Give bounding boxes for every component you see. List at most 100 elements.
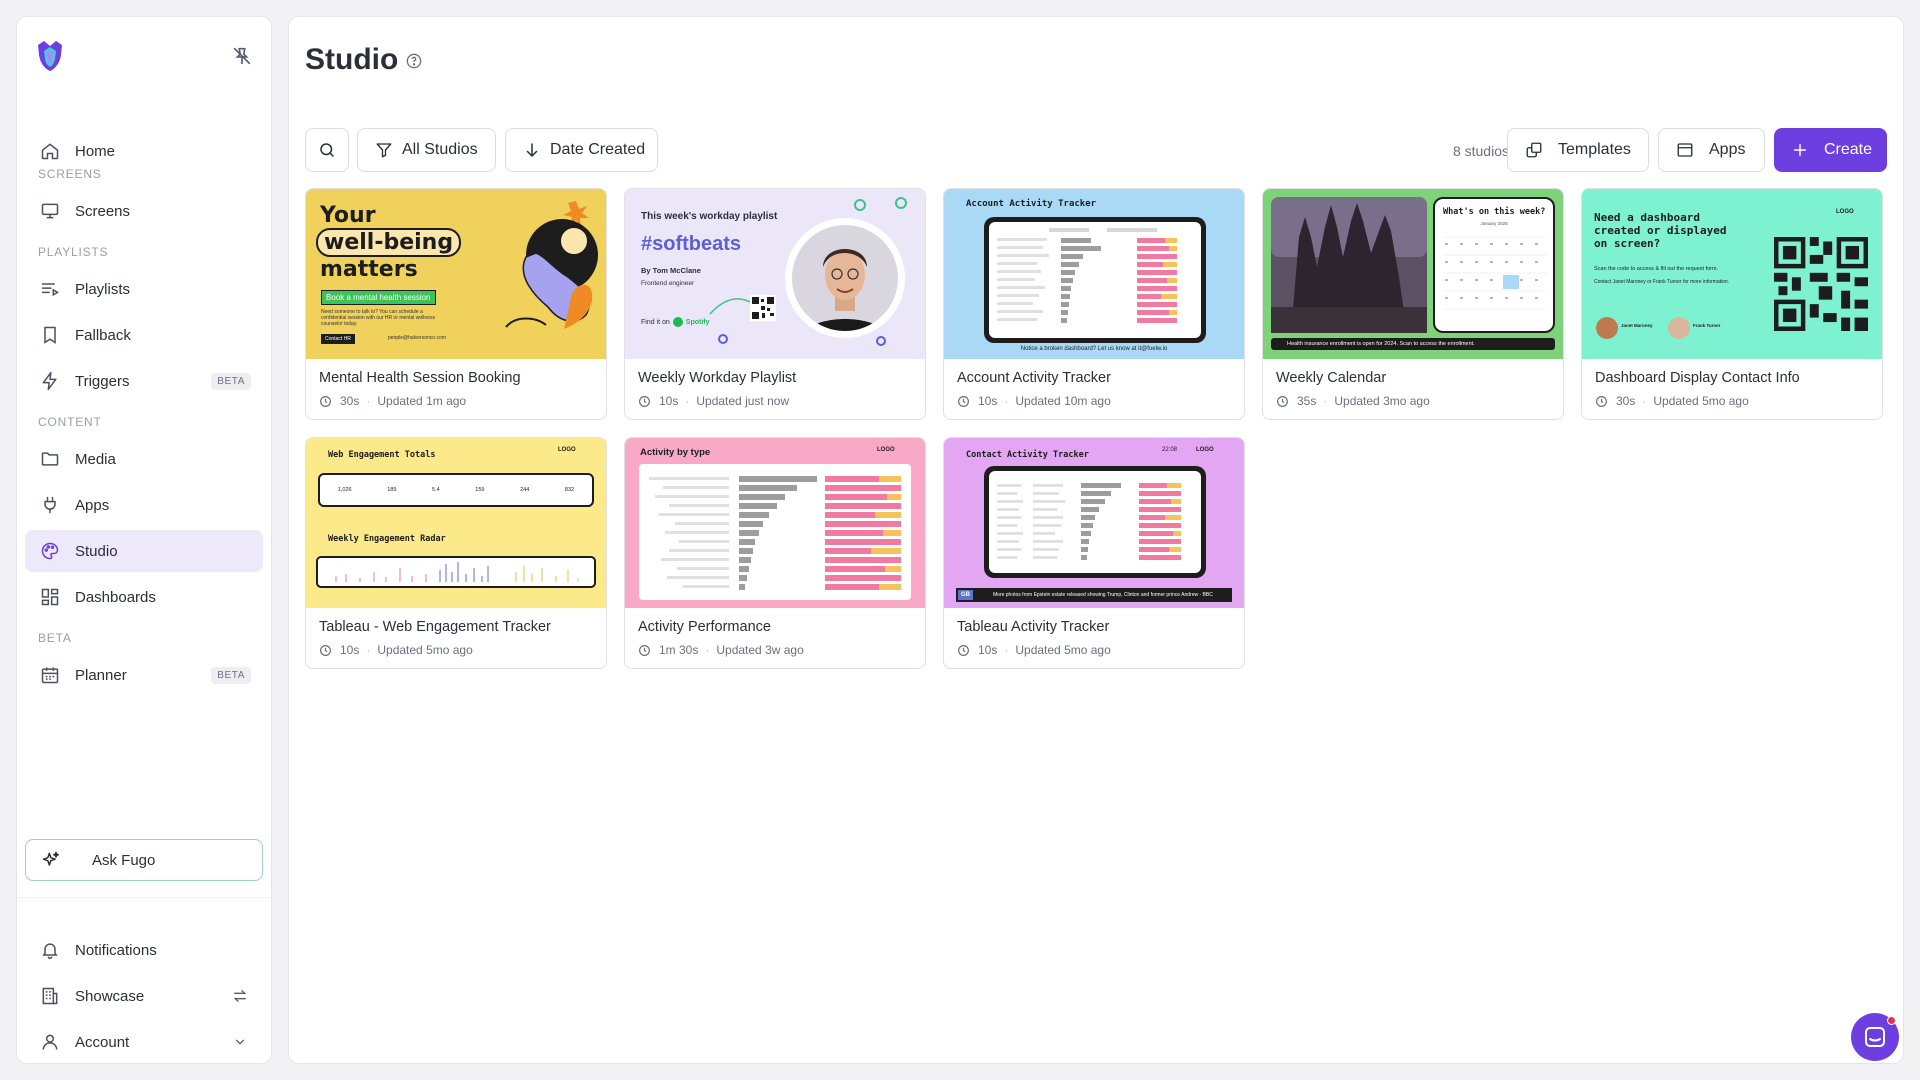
search-button[interactable] <box>305 128 349 172</box>
nav-screens[interactable]: Screens <box>25 190 263 232</box>
person-name: Janet Maroney <box>1621 323 1653 328</box>
beta-badge: BETA <box>211 666 251 684</box>
section-beta: BETA <box>38 631 72 645</box>
card-thumbnail: Account Activity Tracker Notice a broken… <box>944 189 1244 359</box>
card-duration: 10s <box>978 394 998 408</box>
card-title: Activity Performance <box>638 619 771 635</box>
nav-apps-label: Apps <box>75 496 110 514</box>
card-updated: Updated 5mo ago <box>1653 394 1749 408</box>
clock-icon <box>639 644 650 656</box>
nav-fallback[interactable]: Fallback <box>25 314 263 356</box>
monitor-icon <box>39 200 61 222</box>
sort-label: Date Created <box>550 141 646 158</box>
unpin-icon[interactable] <box>231 45 253 67</box>
nav-media[interactable]: Media <box>25 438 263 480</box>
nav-home[interactable]: Home <box>25 130 263 172</box>
user-icon <box>39 1031 61 1053</box>
clock-icon <box>958 644 969 656</box>
clock-icon <box>1277 395 1288 407</box>
thumb-headline: Your well-being matters <box>316 203 462 282</box>
section-playlists: PLAYLISTS <box>38 245 109 259</box>
nav-media-label: Media <box>75 450 116 468</box>
create-button[interactable]: Create <box>1774 128 1887 172</box>
card-updated: Updated 5mo ago <box>1015 643 1111 657</box>
card-updated: Updated just now <box>696 394 790 408</box>
nav-studio[interactable]: Studio <box>25 530 263 572</box>
nav-screens-label: Screens <box>75 202 131 220</box>
card-title: Mental Health Session Booking <box>319 370 521 386</box>
nav-playlists-label: Playlists <box>75 280 131 298</box>
apps-button[interactable]: Apps <box>1658 128 1765 172</box>
thumb-body1: Scan the code to access & fill out the r… <box>1594 266 1719 272</box>
nav-home-label: Home <box>75 142 116 160</box>
studio-card[interactable]: This week's workday playlist #softbeats … <box>624 188 926 420</box>
nav-showcase-label: Showcase <box>75 987 145 1005</box>
palette-icon <box>39 540 61 562</box>
plus-icon <box>1792 142 1808 158</box>
chevron-down-icon[interactable] <box>231 1033 249 1051</box>
apps-label: Apps <box>1709 141 1746 158</box>
nav-apps[interactable]: Apps <box>25 484 263 526</box>
studio-card[interactable]: Activity by type LOGO Activity Performan… <box>624 437 926 669</box>
news-ticker: GB More photos from Epstein estate relea… <box>956 588 1232 602</box>
bar-table-graphic <box>639 464 911 600</box>
card-title: Dashboard Display Contact Info <box>1595 370 1800 386</box>
card-updated: Updated 10m ago <box>1015 394 1111 408</box>
filter-button[interactable]: All Studios <box>357 128 496 172</box>
thumb-logo: LOGO <box>877 447 895 453</box>
ask-fugo-button[interactable]: Ask Fugo <box>25 839 263 881</box>
studio-card[interactable]: Account Activity Tracker Notice a broken… <box>943 188 1245 420</box>
nav-account[interactable]: Account <box>25 1021 263 1063</box>
avatar <box>1668 317 1690 339</box>
card-title: Weekly Calendar <box>1276 370 1387 386</box>
nav-triggers[interactable]: Triggers BETA <box>25 360 263 402</box>
nav-notifications[interactable]: Notifications <box>25 929 263 971</box>
card-meta: 30s · Updated 1m ago <box>319 394 466 408</box>
card-title: Weekly Workday Playlist <box>638 370 797 386</box>
thumb-body2: Contact Janet Maroney or Frank Turner fo… <box>1594 279 1730 285</box>
card-updated: Updated 1m ago <box>377 394 467 408</box>
studio-card[interactable]: Contact Activity Tracker 22:08 LOGO GB M… <box>943 437 1245 669</box>
tablet-frame <box>984 466 1206 578</box>
avatar <box>1596 317 1618 339</box>
nav-playlists[interactable]: Playlists <box>25 268 263 310</box>
sort-button[interactable]: Date Created <box>505 128 658 172</box>
card-thumbnail: Activity by type LOGO <box>625 438 925 608</box>
filter-icon <box>374 140 394 160</box>
playlist-icon <box>39 278 61 300</box>
thumb-month: January 2025 <box>1480 221 1508 226</box>
card-duration: 30s <box>1616 394 1636 408</box>
bookmark-icon <box>39 324 61 346</box>
nav-account-label: Account <box>75 1033 130 1051</box>
studio-card[interactable]: Web Engagement Totals LOGO 1,026 189 5.4 15… <box>305 437 607 669</box>
studio-card[interactable]: What's on this week? January 2025 Health… <box>1262 188 1564 420</box>
filter-label: All Studios <box>402 141 478 158</box>
thumb-heading: Need a dashboard created or displayed on… <box>1594 211 1727 250</box>
studio-card[interactable]: Your well-being matters Book a mental he… <box>305 188 607 420</box>
page-title: Studio <box>305 43 399 76</box>
arrow-down-icon <box>522 140 542 160</box>
nav-fallback-label: Fallback <box>75 326 131 344</box>
fugo-logo[interactable] <box>34 39 66 73</box>
nav-showcase[interactable]: Showcase <box>25 975 263 1017</box>
chat-launcher-button[interactable] <box>1851 1013 1899 1061</box>
dashboard-icon <box>39 586 61 608</box>
stats-row: 1,026 189 5.4 159 244 832 <box>318 473 594 507</box>
help-icon[interactable] <box>406 53 422 69</box>
card-meta: 30s · Updated 5mo ago <box>1595 394 1749 408</box>
spike-chart-graphic <box>316 556 596 588</box>
building-icon <box>39 985 61 1007</box>
nav-dashboards[interactable]: Dashboards <box>25 576 263 618</box>
card-title: Tableau Activity Tracker <box>957 619 1110 635</box>
thumb-logo: LOGO <box>1836 209 1854 215</box>
templates-button[interactable]: Templates <box>1507 128 1649 172</box>
calendar-panel: What's on this week? January 2025 <box>1433 197 1555 333</box>
studio-card[interactable]: Need a dashboard created or displayed on… <box>1581 188 1883 420</box>
card-duration: 35s <box>1297 394 1317 408</box>
card-duration: 10s <box>659 394 679 408</box>
card-duration: 1m 30s <box>659 643 699 657</box>
switch-icon[interactable] <box>231 987 249 1005</box>
wellbeing-illustration <box>505 201 598 329</box>
decorative-shapes <box>709 197 907 346</box>
nav-planner[interactable]: Planner BETA <box>25 654 263 696</box>
